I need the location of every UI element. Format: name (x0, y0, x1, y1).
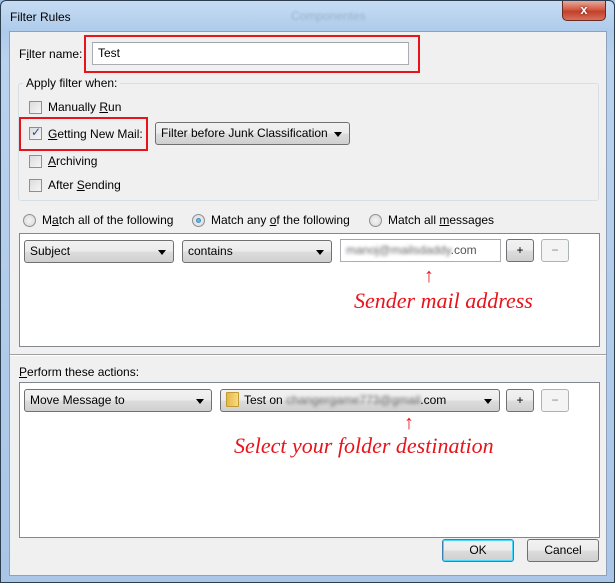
rule-value-input[interactable]: manoj@mailsdaddy.com (340, 239, 501, 262)
annotation-folder-destination: Select your folder destination (234, 433, 494, 458)
filter-name-label: Filter name: (19, 47, 83, 61)
action-type-select[interactable]: Move Message to (24, 389, 212, 412)
remove-rule-button[interactable]: − (541, 239, 569, 262)
remove-action-button[interactable]: − (541, 389, 569, 412)
action-type-value: Move Message to (30, 393, 125, 407)
dialog-client: Filter name: Test Apply filter when: Man… (9, 31, 607, 576)
rule-value-suffix: .com (450, 243, 477, 257)
label-match-all[interactable]: Match all of the following (42, 213, 173, 227)
radio-match-all-messages[interactable] (369, 214, 382, 227)
rule-operator-select[interactable]: contains (182, 240, 332, 263)
cancel-button[interactable]: Cancel (527, 539, 599, 562)
folder-account-suffix: .com (420, 393, 447, 407)
annotation-sender-mail: Sender mail address (354, 288, 533, 313)
filter-rules-dialog: Filter Rules Componentes x Filter name: … (0, 0, 615, 583)
label-manually-run[interactable]: Manually Run (48, 100, 121, 114)
rule-operator-value: contains (188, 244, 233, 258)
rule-field-select[interactable]: Subject (24, 240, 174, 263)
label-match-any[interactable]: Match any of the following (211, 213, 350, 227)
rules-list[interactable]: Subject contains manoj@mailsdaddy.com + … (19, 233, 600, 347)
highlight-filter-name (84, 35, 420, 73)
section-divider (10, 354, 606, 356)
chevron-down-icon (196, 399, 204, 404)
annotation-arrow-folder: ↑ (404, 412, 414, 434)
actions-list[interactable]: Move Message to Test on changergame773@g… (19, 382, 600, 538)
chevron-down-icon (334, 132, 342, 137)
radio-match-any[interactable] (192, 214, 205, 227)
folder-account-redacted: changergame773@gmail (286, 393, 421, 407)
window-title: Filter Rules (10, 10, 71, 24)
actions-label: Perform these actions: (19, 365, 140, 379)
apply-filter-legend: Apply filter when: (23, 76, 121, 90)
annotation-arrow-sender: ↑ (424, 265, 434, 287)
add-action-button[interactable]: + (506, 389, 534, 412)
ok-button[interactable]: OK (442, 539, 514, 562)
label-after-sending[interactable]: After Sending (48, 178, 121, 192)
chevron-down-icon (484, 399, 492, 404)
junk-classification-select[interactable]: Filter before Junk Classification (155, 122, 350, 145)
label-archiving[interactable]: Archiving (48, 154, 97, 168)
checkbox-archiving[interactable] (29, 155, 42, 168)
add-rule-button[interactable]: + (506, 239, 534, 262)
checkbox-manually-run[interactable] (29, 101, 42, 114)
title-bar[interactable]: Filter Rules Componentes x (1, 1, 614, 31)
radio-match-all[interactable] (23, 214, 36, 227)
highlight-getting-new-mail (19, 117, 148, 151)
close-button[interactable]: x (562, 1, 606, 21)
rule-value-redacted: manoj@mailsdaddy (346, 243, 451, 257)
folder-icon (226, 392, 239, 407)
chevron-down-icon (316, 250, 324, 255)
label-match-all-messages[interactable]: Match all messages (388, 213, 494, 227)
junk-classification-value: Filter before Junk Classification (161, 126, 328, 140)
destination-folder-select[interactable]: Test on changergame773@gmail.com (220, 389, 500, 412)
rule-field-value: Subject (30, 244, 71, 258)
background-window-title: Componentes (291, 9, 366, 23)
chevron-down-icon (158, 250, 166, 255)
checkbox-after-sending[interactable] (29, 179, 42, 192)
close-icon: x (580, 2, 588, 17)
folder-name: Test on (244, 393, 287, 407)
